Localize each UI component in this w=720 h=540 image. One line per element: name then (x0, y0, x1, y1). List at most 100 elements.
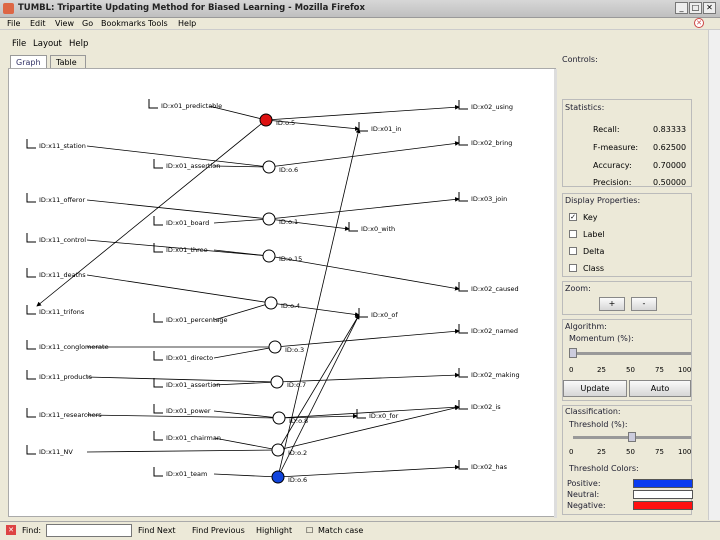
page-scrollbar[interactable] (708, 30, 720, 520)
graph-edge (213, 379, 278, 386)
right-node[interactable]: ID:x02_bring (458, 136, 512, 147)
centre-node[interactable]: ID:o.6 (271, 470, 307, 484)
auto-button[interactable]: Auto (629, 380, 691, 397)
centre-node[interactable]: ID:o.8 (272, 411, 308, 425)
close-find-icon[interactable]: ✕ (6, 525, 16, 535)
delta-checkbox[interactable] (569, 247, 577, 255)
graph-edge (86, 447, 279, 453)
class-checkbox[interactable] (569, 264, 577, 272)
menu-view[interactable]: View (55, 19, 74, 28)
left-node[interactable]: ID:x11_deaths (26, 268, 86, 279)
find-previous-button[interactable]: Find Previous (192, 526, 245, 535)
zoom-out-button[interactable]: - (631, 297, 657, 311)
centre-node[interactable]: ID:o.6 (262, 160, 298, 174)
match-case-label: Match case (318, 526, 364, 535)
left-node[interactable]: ID:x01_three (153, 243, 208, 254)
right-node-marker (458, 192, 468, 202)
applet-menu-help[interactable]: Help (69, 39, 88, 49)
graph-edge (213, 216, 270, 224)
find-input[interactable] (46, 524, 132, 537)
right-node[interactable]: ID:x02_named (458, 324, 518, 335)
label-checkbox[interactable] (569, 230, 577, 238)
threshold-colors-title: Threshold Colors: (569, 464, 639, 473)
centre-node-label: ID:o.7 (287, 381, 306, 389)
left-node[interactable]: ID:x11_conglomerate (26, 340, 109, 351)
tab-table[interactable]: Table (50, 55, 86, 69)
left-node[interactable]: ID:x11_offeror (26, 193, 85, 204)
left-node[interactable]: ID:x11_station (26, 139, 86, 150)
centre-node[interactable]: ID:o.15 (262, 249, 302, 263)
graph-edge (86, 414, 280, 421)
left-node[interactable]: ID:x01_chairman (153, 431, 221, 442)
left-node-marker (153, 216, 163, 226)
match-case-checkbox[interactable]: ☐ (306, 526, 313, 535)
key-checkbox[interactable]: ✓ (569, 213, 577, 221)
maximize-button[interactable]: □ (689, 2, 702, 14)
right-node[interactable]: ID:x02_making (458, 368, 520, 379)
right-node[interactable]: ID:x02_has (458, 460, 508, 471)
left-node[interactable]: ID:x11_researchers (26, 408, 102, 419)
centre-node[interactable]: ID:o.4 (264, 296, 300, 310)
menu-edit[interactable]: Edit (30, 19, 46, 28)
left-node[interactable]: ID:x11_trifons (26, 305, 85, 316)
applet-menu-file[interactable]: File (12, 39, 26, 49)
right-node[interactable]: ID:x0_with (348, 222, 395, 233)
right-node-marker (458, 282, 468, 292)
right-node[interactable]: ID:x02_is (458, 400, 501, 411)
right-node[interactable]: ID:x0_for (356, 409, 399, 420)
title-bar: TUMBL: Tripartite Updating Method for Bi… (0, 0, 720, 18)
right-node[interactable]: ID:x0_of (358, 308, 398, 319)
negative-color-swatch[interactable] (633, 501, 693, 510)
right-node[interactable]: ID:x02_using (458, 100, 513, 111)
left-node-label: ID:x11_control (39, 236, 86, 244)
centre-node[interactable]: ID:o.5 (259, 113, 295, 127)
graph-svg[interactable]: ID:x01_predictable ID:x11_station ID:x11_o… (9, 69, 554, 518)
neutral-color-swatch[interactable] (633, 490, 693, 499)
right-node[interactable]: ID:x03_join (458, 192, 507, 203)
menu-bookmarks[interactable]: Bookmarks (101, 19, 146, 28)
left-node[interactable]: ID:x01_power (153, 404, 211, 415)
update-button[interactable]: Update (563, 380, 627, 397)
minimize-button[interactable]: _ (675, 2, 688, 14)
menu-help[interactable]: Help (178, 19, 196, 28)
applet-menu-layout[interactable]: Layout (33, 39, 62, 49)
graph-edge (213, 437, 279, 452)
left-node-label: ID:x11_deaths (39, 271, 86, 279)
graph-canvas[interactable]: ID:x01_predictable ID:x11_station ID:x11_o… (8, 68, 557, 518)
centre-node[interactable]: ID:o.3 (268, 340, 304, 354)
tab-graph[interactable]: Graph (10, 55, 47, 69)
right-node-label: ID:x02_named (471, 327, 518, 335)
close-window-button[interactable]: ✕ (703, 2, 716, 14)
left-node[interactable]: ID:x01_team (153, 467, 207, 478)
right-node-label: ID:x02_is (471, 403, 501, 411)
left-node[interactable]: ID:x11_control (26, 233, 86, 244)
momentum-slider-thumb[interactable] (569, 348, 577, 358)
find-next-button[interactable]: Find Next (138, 526, 176, 535)
left-node[interactable]: ID:x01_board (153, 216, 209, 227)
centre-node[interactable]: ID:o.1 (262, 212, 298, 226)
class-label: Class (583, 264, 605, 273)
stop-icon[interactable]: ✕ (694, 18, 704, 28)
highlight-button[interactable]: Highlight (256, 526, 292, 535)
centre-node-label: ID:o.5 (276, 119, 295, 127)
left-node[interactable]: ID:x01_predictable (148, 99, 222, 110)
left-node[interactable]: ID:x01_percentage (153, 313, 227, 324)
right-node[interactable]: ID:x01_in (358, 122, 401, 133)
stat-precision-value: 0.50000 (653, 178, 687, 187)
left-node-label: ID:x11_offeror (39, 196, 85, 204)
centre-node[interactable]: ID:o.2 (271, 443, 307, 457)
menu-go[interactable]: Go (82, 19, 93, 28)
right-node[interactable]: ID:x02_caused (458, 282, 519, 293)
momentum-slider-track[interactable] (573, 352, 691, 355)
zoom-in-button[interactable]: + (599, 297, 625, 311)
left-node[interactable]: ID:x01_directo (153, 351, 213, 362)
left-node[interactable]: ID:x11_products (26, 370, 92, 381)
window-title: TUMBL: Tripartite Updating Method for Bi… (18, 3, 365, 13)
threshold-slider-thumb[interactable] (628, 432, 636, 442)
centre-node-circle (262, 249, 276, 263)
left-node[interactable]: ID:x01_assertion (153, 159, 220, 170)
menu-tools[interactable]: Tools (148, 19, 168, 28)
positive-color-swatch[interactable] (633, 479, 693, 488)
left-node[interactable]: ID:x11_NV (26, 445, 73, 456)
menu-file[interactable]: File (7, 19, 20, 28)
